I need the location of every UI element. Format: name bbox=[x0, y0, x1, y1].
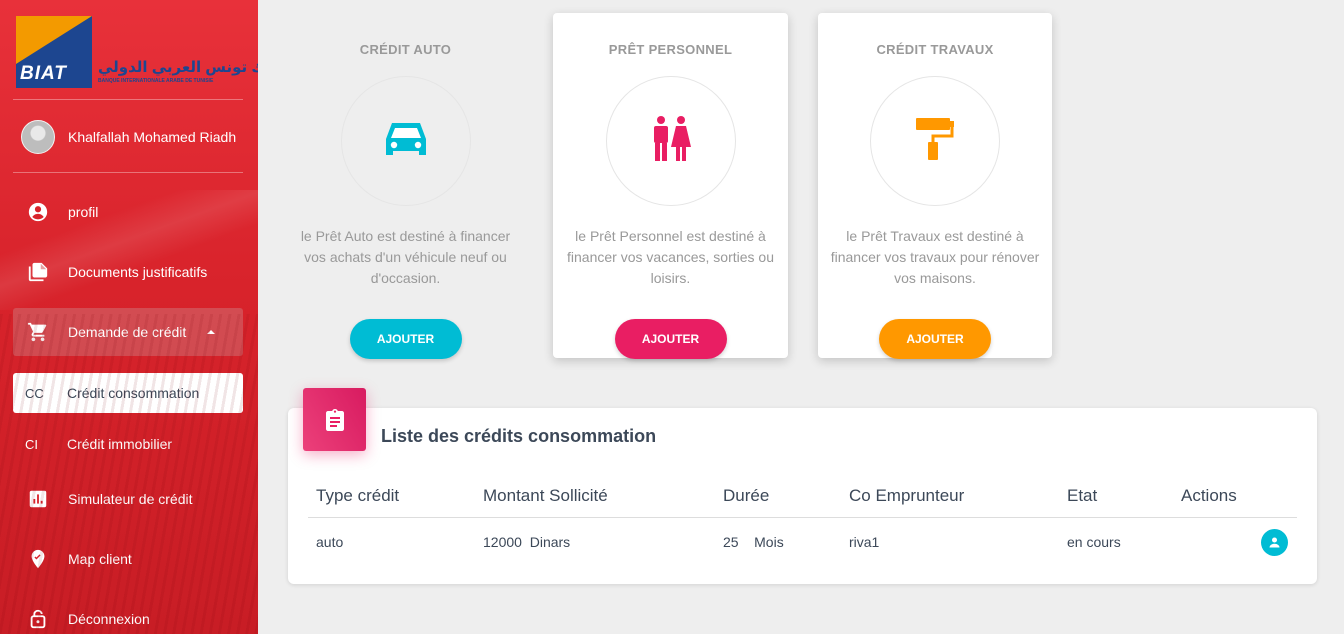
avatar bbox=[21, 120, 55, 154]
user-profile[interactable]: Khalfallah Mohamed Riadh bbox=[21, 120, 236, 154]
logo-text: BIAT bbox=[20, 63, 67, 84]
lock-icon bbox=[24, 605, 52, 633]
list-title: Liste des crédits consommation bbox=[381, 426, 657, 446]
logo-mark: BIAT bbox=[16, 16, 92, 88]
card-title: CRÉDIT AUTO bbox=[359, 42, 452, 57]
sidebar-item-map-client[interactable]: Map client bbox=[13, 535, 243, 583]
documents-icon bbox=[24, 258, 52, 286]
duration-value: 25 bbox=[723, 534, 739, 551]
column-header: Etat bbox=[1059, 476, 1173, 518]
chart-icon bbox=[24, 485, 52, 513]
card-description: le Prêt Personnel est destiné à financer… bbox=[567, 228, 774, 286]
sidebar-subitem-abbr: CI bbox=[25, 436, 38, 452]
card-title: PRÊT PERSONNEL bbox=[608, 42, 733, 57]
ajouter-pret-personnel-button[interactable]: AJOUTER bbox=[614, 319, 727, 359]
paint-roller-icon bbox=[914, 116, 956, 167]
car-icon bbox=[384, 119, 428, 164]
card-credit-auto: CRÉDIT AUTO le Prêt Auto est destiné à f… bbox=[288, 13, 523, 359]
card-description: le Prêt Auto est destiné à financer vos … bbox=[300, 228, 511, 286]
sidebar-item-documents[interactable]: Documents justificatifs bbox=[13, 248, 243, 296]
table-row: auto 12000 Dinars 25 Mois riva1 en cours bbox=[308, 517, 1297, 567]
sidebar-item-label: Déconnexion bbox=[68, 611, 150, 627]
view-profile-button[interactable] bbox=[1261, 528, 1288, 556]
clipboard-icon bbox=[303, 388, 366, 451]
column-header: Montant Sollicité bbox=[475, 476, 715, 518]
sidebar-subitem-credit-immobilier[interactable]: CI Crédit immobilier bbox=[13, 424, 243, 464]
sidebar: BIAT بنك تونس العربي الدولي BANQUE INTER… bbox=[0, 0, 258, 634]
card-icon-circle bbox=[340, 76, 471, 206]
card-title: CRÉDIT TRAVAUX bbox=[876, 42, 994, 57]
sidebar-item-label: Demande de crédit bbox=[68, 324, 187, 340]
card-pret-personnel: PRÊT PERSONNEL le Prêt Personnel est des… bbox=[553, 13, 788, 359]
sidebar-subitem-label: Crédit immobilier bbox=[67, 436, 173, 452]
cart-icon bbox=[24, 318, 52, 346]
sidebar-item-profil[interactable]: profil bbox=[13, 188, 243, 236]
sidebar-item-label: Documents justificatifs bbox=[68, 264, 208, 280]
sidebar-item-label: Map client bbox=[68, 551, 132, 567]
cell-type: auto bbox=[316, 534, 344, 551]
sidebar-divider bbox=[13, 99, 243, 100]
sidebar-subitem-abbr: CC bbox=[25, 385, 44, 401]
sidebar-item-deconnexion[interactable]: Déconnexion bbox=[13, 595, 243, 634]
map-pin-icon bbox=[24, 545, 52, 573]
column-header: Co Emprunteur bbox=[841, 476, 1059, 518]
cell-co-borrower: riva1 bbox=[849, 534, 880, 551]
column-header: Durée bbox=[715, 476, 841, 518]
amount-value: 12000 bbox=[483, 534, 522, 551]
cell-duration: 25 Mois bbox=[715, 517, 841, 567]
people-icon bbox=[651, 115, 691, 168]
sidebar-item-simulateur[interactable]: Simulateur de crédit bbox=[13, 475, 243, 523]
logo-full-name: BANQUE INTERNATIONALE ARABE DE TUNISIE bbox=[98, 78, 214, 84]
cell-actions bbox=[1173, 517, 1297, 567]
card-icon-circle bbox=[605, 76, 736, 206]
credits-list-card: Liste des crédits consommation Type créd… bbox=[288, 388, 1317, 584]
column-header: Type crédit bbox=[308, 476, 475, 518]
table-header-row: Type crédit Montant Sollicité Durée Co E… bbox=[308, 476, 1297, 518]
sidebar-item-label: profil bbox=[68, 204, 99, 220]
sidebar-item-demande-credit[interactable]: Demande de crédit bbox=[13, 308, 243, 356]
user-name: Khalfallah Mohamed Riadh bbox=[68, 129, 237, 145]
column-header: Actions bbox=[1173, 476, 1297, 518]
card-description: le Prêt Travaux est destiné à financer v… bbox=[830, 228, 1040, 286]
credits-table: Type crédit Montant Sollicité Durée Co E… bbox=[308, 476, 1297, 567]
ajouter-credit-auto-button[interactable]: AJOUTER bbox=[349, 319, 462, 359]
logo-arabic-name: بنك تونس العربي الدولي bbox=[98, 59, 258, 76]
cell-status: en cours bbox=[1067, 534, 1121, 551]
cell-amount: 12000 Dinars bbox=[475, 517, 715, 567]
person-icon bbox=[1269, 537, 1280, 548]
sidebar-subitem-credit-consommation[interactable]: CC Crédit consommation bbox=[13, 373, 243, 413]
caret-up-icon bbox=[207, 330, 215, 334]
sidebar-divider bbox=[13, 172, 243, 173]
duration-unit: Mois bbox=[754, 534, 784, 551]
sidebar-subitem-label: Crédit consommation bbox=[67, 385, 200, 401]
amount-unit: Dinars bbox=[529, 534, 571, 551]
card-icon-circle bbox=[870, 76, 1000, 206]
card-credit-travaux: CRÉDIT TRAVAUX le Prêt Travaux est desti… bbox=[818, 13, 1052, 359]
ajouter-credit-travaux-button[interactable]: AJOUTER bbox=[879, 319, 991, 359]
biat-logo[interactable]: BIAT بنك تونس العربي الدولي BANQUE INTER… bbox=[16, 16, 258, 88]
account-icon bbox=[24, 198, 52, 226]
sidebar-item-label: Simulateur de crédit bbox=[68, 491, 193, 507]
